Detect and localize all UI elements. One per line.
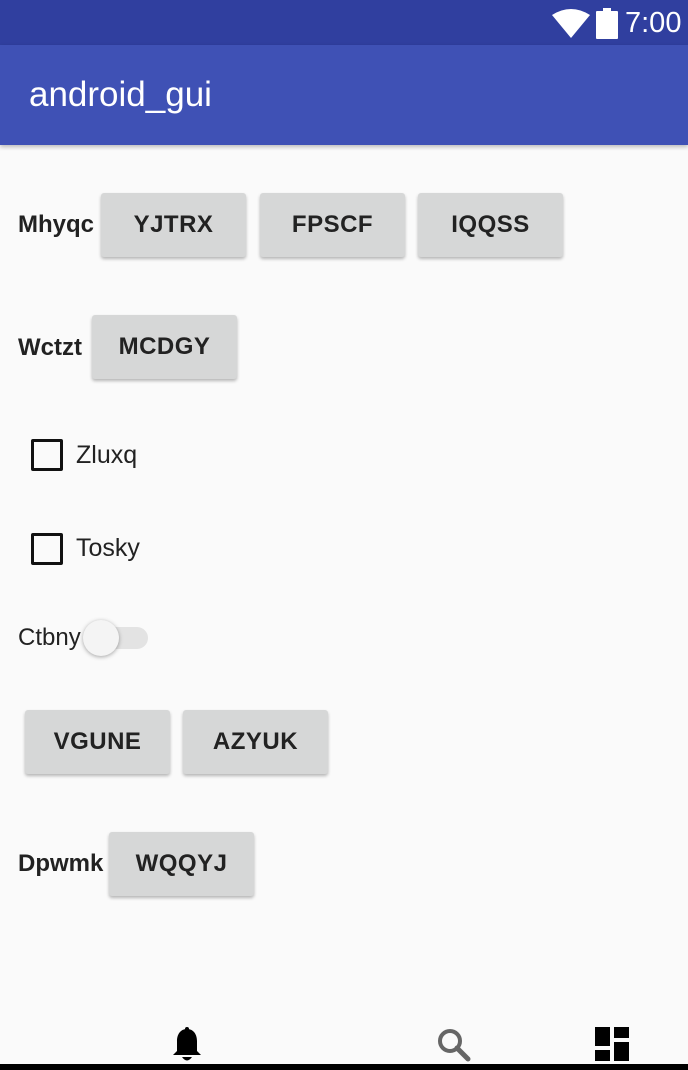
app-screen: 7:00 android_gui Mhyqc YJTRX FPSCF IQQSS… [0,0,688,1070]
battery-icon [596,8,618,39]
app-title: android_gui [29,75,212,114]
zluxq-checkbox[interactable] [31,439,63,471]
ctbny-switch-thumb[interactable] [83,620,119,656]
iqqss-button[interactable]: IQQSS [418,193,563,257]
yjtrx-button[interactable]: YJTRX [101,193,246,257]
bottom-navigation [0,1010,688,1070]
status-bar: 7:00 [0,0,688,45]
wqqyj-button[interactable]: WQQYJ [109,832,254,896]
app-bar: android_gui [0,45,688,145]
fpscf-button[interactable]: FPSCF [260,193,405,257]
bell-icon[interactable] [171,1027,203,1063]
row2-label: Wctzt [18,334,82,361]
zluxq-checkbox-label[interactable]: Zluxq [76,441,137,469]
status-time: 7:00 [625,7,682,39]
tosky-checkbox[interactable] [31,533,63,565]
system-navigation-bar [0,1064,688,1070]
row4-label: Dpwmk [18,850,104,877]
tosky-checkbox-label[interactable]: Tosky [76,534,140,562]
row1-label: Mhyqc [18,211,95,238]
search-icon[interactable] [437,1028,471,1062]
vgune-button[interactable]: VGUNE [25,710,170,774]
ctbny-switch-label: Ctbny [18,624,81,651]
dashboard-icon[interactable] [595,1027,629,1061]
mcdgy-button[interactable]: MCDGY [92,315,237,379]
wifi-icon [552,9,590,38]
azyuk-button[interactable]: AZYUK [183,710,328,774]
